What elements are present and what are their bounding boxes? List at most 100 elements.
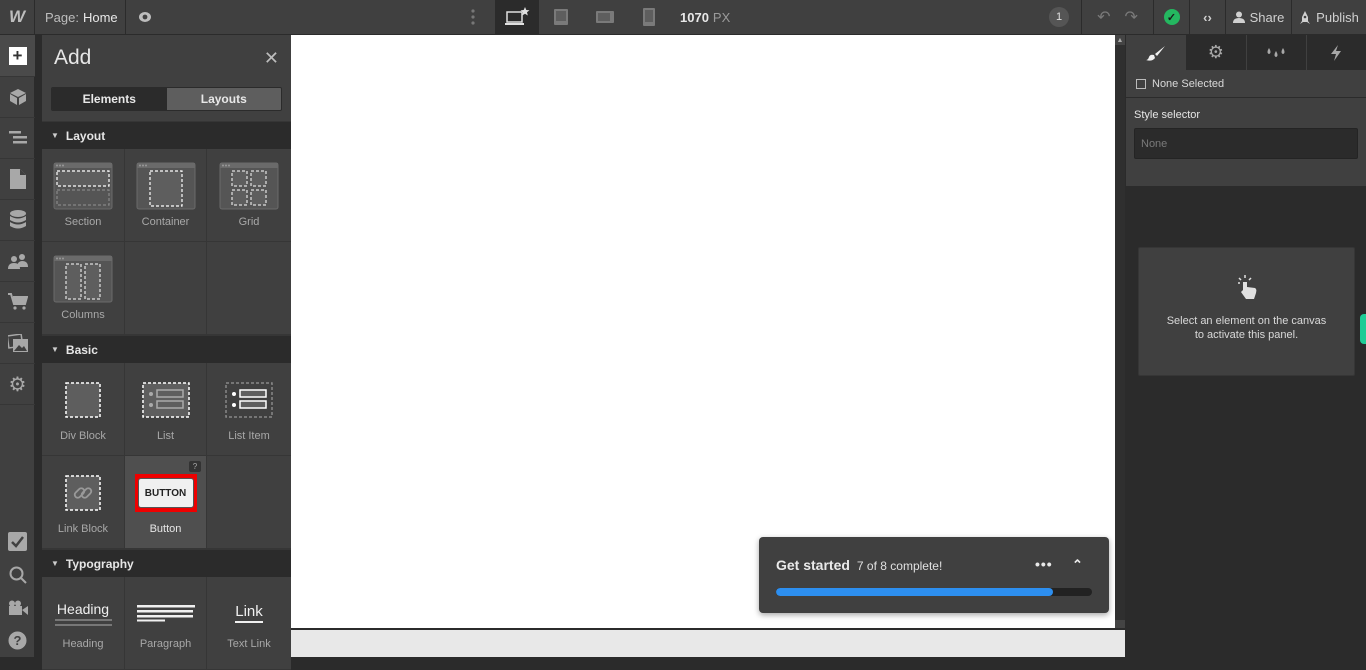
scroll-down-arrow-icon[interactable] [1115,620,1125,628]
video-tutorials-button[interactable] [0,591,35,624]
empty-cell [125,242,207,335]
breakpoint-mobile-portrait[interactable] [627,0,671,34]
page-selector[interactable]: Page: Home [35,0,126,34]
element-container[interactable]: Container [125,149,207,242]
button-icon-highlight: BUTTON [134,474,197,512]
element-heading[interactable]: Heading Heading [42,577,125,670]
notifications-button[interactable]: 1 [1037,0,1082,34]
element-list[interactable]: List [125,363,207,456]
chevron-up-icon[interactable]: ⌃ [1072,557,1083,573]
selection-status: None Selected [1126,70,1366,98]
tab-interactions[interactable] [1307,35,1366,70]
selection-checkbox[interactable] [1136,78,1146,89]
add-panel-title: Add [54,46,92,69]
scroll-up-arrow-icon[interactable]: ▲ [1115,35,1125,45]
section-header-typography[interactable]: ▼ Typography [42,549,291,577]
navigator-button[interactable] [0,118,35,159]
right-panel-tabs: ⚙ [1126,35,1366,70]
add-panel-header: Add ✕ [42,35,291,81]
page-name: Home [82,9,118,25]
element-paragraph[interactable]: Paragraph [125,577,207,670]
div-block-icon [65,382,101,418]
settings-button[interactable]: ⚙ [0,364,35,405]
typography-elements-grid: Heading Heading Paragraph Link Text Link [42,577,291,670]
help-button[interactable]: ? [0,624,35,657]
element-text-link[interactable]: Link Text Link [207,577,291,670]
page-icon [9,169,26,189]
element-label: Text Link [227,638,271,650]
images-icon [7,334,28,352]
vertical-dots-icon [470,9,475,25]
canvas-scrollbar[interactable]: ▲ [1115,35,1125,628]
list-icon [141,382,190,418]
style-selector-input[interactable]: None [1134,128,1358,159]
left-toolbar: + ⚙ ? [0,35,35,657]
section-title: Layout [65,128,106,143]
element-columns[interactable]: Columns [42,242,125,335]
container-icon [136,162,195,210]
user-icon [1232,11,1245,23]
element-label: Div Block [60,430,106,442]
code-export-button[interactable]: ‹› [1190,0,1226,34]
audit-button[interactable] [0,525,35,558]
tablet-icon [554,9,568,25]
help-badge[interactable]: ? [189,461,201,472]
ecommerce-button[interactable] [0,282,35,323]
element-div-block[interactable]: Div Block [42,363,125,456]
share-button[interactable]: Share [1226,0,1292,34]
tab-elements[interactable]: Elements [52,88,167,110]
empty-state-message: Select an element on the canvas to activ… [1167,314,1327,342]
element-label: Columns [61,309,105,321]
save-status[interactable]: ✓ [1154,0,1190,34]
assets-button[interactable] [0,323,35,364]
tab-style-manager[interactable] [1247,35,1307,70]
element-button[interactable]: ? BUTTON Button [125,456,207,549]
element-section[interactable]: Section [42,149,125,242]
empty-state-card: Select an element on the canvas to activ… [1138,247,1355,376]
tab-style[interactable] [1126,35,1187,70]
get-started-title: Get started [776,557,850,573]
breakpoint-tablet[interactable] [539,0,583,34]
basic-elements-grid: Div Block List List Item Link Block ? BU… [42,363,291,549]
tab-layouts[interactable]: Layouts [166,88,281,110]
canvas-width-readout: 1070 PX [671,0,751,34]
link-block-icon [65,475,101,511]
section-header-layout[interactable]: ▼ Layout [42,121,291,149]
add-panel: Add ✕ Elements Layouts ▼ Layout Section … [41,35,291,670]
side-drawer-handle[interactable] [1360,314,1366,344]
section-header-basic[interactable]: ▼ Basic [42,335,291,363]
cms-button[interactable] [0,200,35,241]
phone-portrait-icon [643,8,655,26]
publish-label: Publish [1316,9,1359,25]
search-button[interactable] [0,558,35,591]
undo-icon[interactable]: ↶ [1097,7,1110,27]
redo-icon[interactable]: ↷ [1125,7,1138,27]
more-breakpoints-button[interactable] [450,0,495,34]
webflow-logo[interactable]: W [0,0,35,34]
element-label: Link Block [57,523,109,535]
element-link-block[interactable]: Link Block [42,456,125,549]
pages-button[interactable] [0,159,35,200]
notification-count: 1 [1049,7,1069,27]
element-list-item[interactable]: List Item [207,363,291,456]
heading-icon: Heading [56,600,110,617]
element-grid[interactable]: Grid [207,149,291,242]
heading-icon-lines [54,618,112,626]
add-elements-button[interactable]: + [0,35,35,77]
close-icon[interactable]: ✕ [264,48,279,69]
users-button[interactable] [0,241,35,282]
checkbox-icon [8,532,27,551]
gear-icon: ⚙ [1207,42,1224,62]
preview-button[interactable] [126,0,164,34]
pointer-hand-icon [1237,275,1256,299]
publish-button[interactable]: Publish [1292,0,1366,34]
symbols-button[interactable] [0,77,35,118]
breakpoint-mobile-landscape[interactable] [583,0,627,34]
tab-settings[interactable]: ⚙ [1186,35,1247,70]
get-started-widget[interactable]: Get started 7 of 8 complete! ••• ⌃ [759,537,1109,613]
plus-icon: + [8,46,27,65]
layout-elements-grid: Section Container Grid Columns [42,149,291,335]
video-camera-icon [8,600,28,615]
breakpoint-desktop[interactable] [495,0,539,34]
more-options-icon[interactable]: ••• [1035,556,1053,572]
